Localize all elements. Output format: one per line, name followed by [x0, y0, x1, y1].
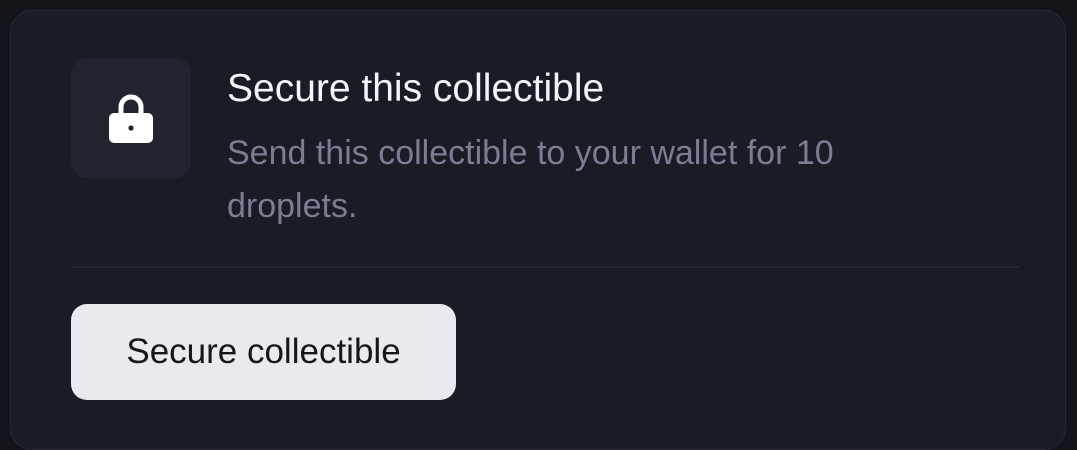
card-description: Send this collectible to your wallet for…	[227, 134, 834, 225]
divider	[71, 266, 1019, 268]
page-background: Secure this collectible Send this collec…	[0, 0, 1077, 450]
icon-tile	[71, 58, 191, 178]
secure-collectible-card: Secure this collectible Send this collec…	[10, 10, 1066, 450]
lock-icon	[109, 94, 153, 143]
card-title: Secure this collectible	[227, 67, 605, 110]
secure-collectible-button[interactable]: Secure collectible	[71, 304, 456, 400]
